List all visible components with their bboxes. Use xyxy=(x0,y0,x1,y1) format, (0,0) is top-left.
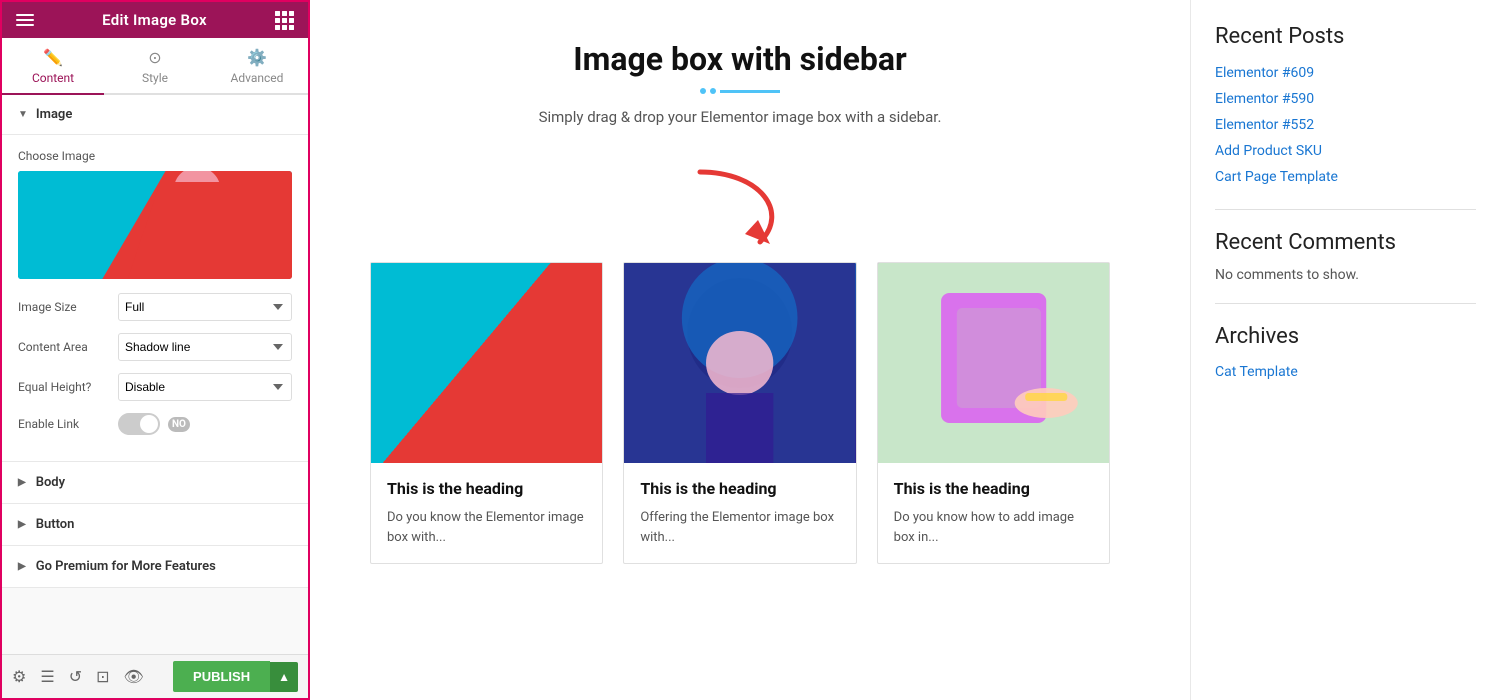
card-2: This is the heading Offering the Element… xyxy=(623,262,856,564)
publish-button-group: PUBLISH ▲ xyxy=(173,661,298,692)
panel-title: Edit Image Box xyxy=(102,11,207,29)
title-divider xyxy=(370,88,1110,94)
sidebar-divider-1 xyxy=(1215,209,1476,210)
recent-post-1[interactable]: Elementor #609 xyxy=(1215,65,1476,81)
tab-style-label: Style xyxy=(142,71,168,85)
image-preview[interactable] xyxy=(18,171,292,279)
image-size-row: Image Size Full xyxy=(18,293,292,321)
premium-section-arrow: ▶ xyxy=(18,561,26,572)
card-3-text: Do you know how to add image box in... xyxy=(894,508,1093,547)
button-section-arrow: ▶ xyxy=(18,519,26,530)
body-section-arrow: ▶ xyxy=(18,477,26,488)
card-3-body: This is the heading Do you know how to a… xyxy=(878,463,1109,563)
divider-dot-2 xyxy=(710,88,716,94)
image-section-arrow: ▼ xyxy=(18,109,28,120)
enable-link-toggle[interactable] xyxy=(118,413,160,435)
recent-post-2[interactable]: Elementor #590 xyxy=(1215,91,1476,107)
recent-posts-links: Elementor #609 Elementor #590 Elementor … xyxy=(1215,65,1476,185)
style-tab-icon: ⊙ xyxy=(148,48,161,67)
no-comments-text: No comments to show. xyxy=(1215,267,1476,283)
image-size-label: Image Size xyxy=(18,300,118,314)
sidebar-divider-2 xyxy=(1215,303,1476,304)
button-section-label: Button xyxy=(36,517,75,532)
layers-icon[interactable]: ☰ xyxy=(40,667,54,686)
page-title: Image box with sidebar xyxy=(370,40,1110,78)
premium-section-label: Go Premium for More Features xyxy=(36,559,216,574)
red-arrow xyxy=(640,162,840,252)
publish-dropdown-button[interactable]: ▲ xyxy=(270,662,298,692)
card-2-body: This is the heading Offering the Element… xyxy=(624,463,855,563)
body-section-header[interactable]: ▶ Body xyxy=(2,462,308,504)
panel-tabs: ✏️ Content ⊙ Style ⚙️ Advanced xyxy=(2,38,308,95)
tab-advanced-label: Advanced xyxy=(231,71,284,85)
tab-style[interactable]: ⊙ Style xyxy=(104,38,206,95)
button-section-header[interactable]: ▶ Button xyxy=(2,504,308,546)
content-area-row: Content Area Shadow line xyxy=(18,333,292,361)
page-subtitle: Simply drag & drop your Elementor image … xyxy=(370,108,1110,126)
settings-icon[interactable]: ⚙ xyxy=(12,667,26,686)
equal-height-label: Equal Height? xyxy=(18,380,118,394)
bottom-icons: ⚙ ☰ ↺ ⊡ 👁 xyxy=(12,667,144,686)
card-1: This is the heading Do you know the Elem… xyxy=(370,262,603,564)
enable-link-row: Enable Link NO xyxy=(18,413,292,435)
equal-height-select[interactable]: Disable xyxy=(118,373,292,401)
card-3: This is the heading Do you know how to a… xyxy=(877,262,1110,564)
enable-link-toggle-label: NO xyxy=(168,417,190,432)
apps-icon[interactable] xyxy=(275,11,294,30)
divider-dots xyxy=(700,88,716,94)
tab-content[interactable]: ✏️ Content xyxy=(2,38,104,95)
archives-title: Archives xyxy=(1215,324,1476,349)
card-3-heading: This is the heading xyxy=(894,479,1093,498)
divider-dot-1 xyxy=(700,88,706,94)
content-area-select[interactable]: Shadow line xyxy=(118,333,292,361)
card-3-image xyxy=(878,263,1109,463)
panel-content: ▼ Image Choose Image xyxy=(2,95,308,654)
menu-icon[interactable] xyxy=(16,14,34,26)
card-2-image xyxy=(624,263,855,463)
image-section-label: Image xyxy=(36,107,72,122)
main-inner: Image box with sidebar Simply drag & dro… xyxy=(310,0,1170,604)
divider-line xyxy=(720,90,780,93)
image-section-header[interactable]: ▼ Image xyxy=(2,95,308,135)
content-area-label: Content Area xyxy=(18,340,118,354)
publish-button[interactable]: PUBLISH xyxy=(173,661,270,692)
content-tab-icon: ✏️ xyxy=(43,48,63,67)
card-2-heading: This is the heading xyxy=(640,479,839,498)
right-sidebar: Recent Posts Elementor #609 Elementor #5… xyxy=(1190,0,1500,700)
card-2-text: Offering the Elementor image box with... xyxy=(640,508,839,547)
history-icon[interactable]: ↺ xyxy=(69,667,82,686)
recent-comments-title: Recent Comments xyxy=(1215,230,1476,255)
cards-row: This is the heading Do you know the Elem… xyxy=(370,262,1110,564)
premium-section-header[interactable]: ▶ Go Premium for More Features xyxy=(2,546,308,588)
cat-template-link[interactable]: Cat Template xyxy=(1215,364,1298,380)
advanced-tab-icon: ⚙️ xyxy=(247,48,267,67)
enable-link-toggle-wrapper: NO xyxy=(118,413,190,435)
responsive-icon[interactable]: ⊡ xyxy=(96,667,109,686)
tab-content-label: Content xyxy=(32,71,74,85)
enable-link-label: Enable Link xyxy=(18,417,118,431)
recent-post-5[interactable]: Cart Page Template xyxy=(1215,169,1476,185)
card-1-body: This is the heading Do you know the Elem… xyxy=(371,463,602,563)
image-preview-content xyxy=(18,171,292,279)
left-panel: Edit Image Box ✏️ Content ⊙ Style ⚙️ Adv… xyxy=(0,0,310,700)
equal-height-row: Equal Height? Disable xyxy=(18,373,292,401)
panel-collapse-handle[interactable]: ‹ xyxy=(308,330,310,370)
panel-header: Edit Image Box xyxy=(2,2,308,38)
recent-post-4[interactable]: Add Product SKU xyxy=(1215,143,1476,159)
tab-advanced[interactable]: ⚙️ Advanced xyxy=(206,38,308,95)
eye-icon[interactable]: 👁 xyxy=(124,667,144,686)
card-1-image xyxy=(371,263,602,463)
image-section-body: Choose Image Image Size xyxy=(2,135,308,462)
recent-post-3[interactable]: Elementor #552 xyxy=(1215,117,1476,133)
recent-posts-title: Recent Posts xyxy=(1215,24,1476,49)
main-content: Image box with sidebar Simply drag & dro… xyxy=(310,0,1190,700)
choose-image-label: Choose Image xyxy=(18,149,292,163)
card-1-heading: This is the heading xyxy=(387,479,586,498)
body-section-label: Body xyxy=(36,475,65,490)
card-1-text: Do you know the Elementor image box with… xyxy=(387,508,586,547)
image-size-select[interactable]: Full xyxy=(118,293,292,321)
panel-bottom: ⚙ ☰ ↺ ⊡ 👁 PUBLISH ▲ xyxy=(2,654,308,698)
